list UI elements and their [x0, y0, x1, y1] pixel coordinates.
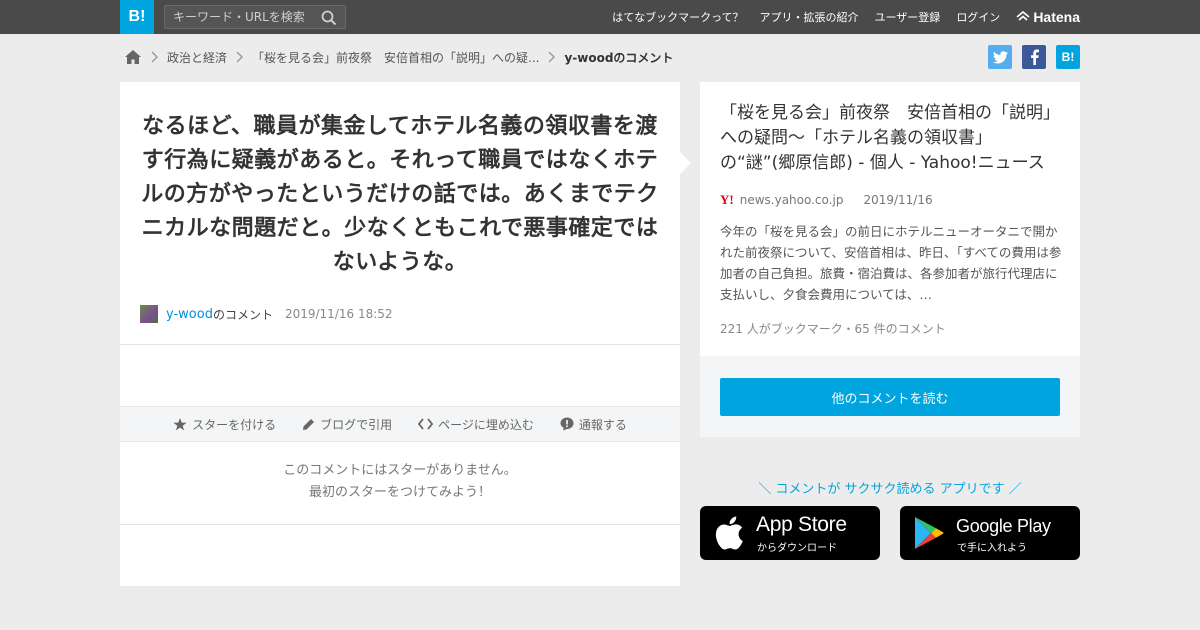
app-promo-text: ＼ コメントが サクサク読める アプリです ／: [758, 482, 1022, 497]
avatar[interactable]: [140, 305, 158, 323]
hatena-brand-link[interactable]: Hatena: [1016, 9, 1080, 25]
app-store-subtitle: からダウンロード: [757, 543, 837, 554]
entry-source: Y! news.yahoo.co.jp 2019/11/16: [720, 192, 933, 208]
report-label: 通報する: [578, 417, 627, 432]
entry-card: 「桜を見る会」前夜祭 安倍首相の「説明」への疑問～「ホテル名義の領収書」の“謎”…: [700, 82, 1080, 356]
google-play-subtitle: で手に入れよう: [957, 543, 1027, 554]
pencil-icon: [303, 418, 315, 430]
star-icon: [173, 417, 187, 430]
report-icon: [560, 417, 574, 431]
top-nav: はてなブックマークって？ アプリ・拡張の紹介 ユーザー登録 ログイン Haten…: [596, 0, 1080, 34]
app-store-badge[interactable]: App Store からダウンロード: [700, 506, 880, 560]
entry-summary: 今年の「桜を見る会」の前日にホテルニューオータニで開かれた前夜祭について、安倍首…: [720, 224, 1062, 302]
blog-quote-label: ブログで引用: [320, 417, 393, 432]
hatena-logo-icon: [1016, 11, 1030, 21]
yahoo-favicon-icon: Y!: [720, 192, 734, 207]
blog-quote-button[interactable]: ブログで引用: [302, 416, 392, 433]
comment-text: なるほど、職員が集金してホテル名義の領収書を渡す行為に疑義があると。それって職員…: [141, 114, 659, 275]
facebook-icon: [1030, 49, 1039, 65]
twitter-icon: [992, 50, 1008, 63]
share-buttons: B!: [978, 45, 1080, 69]
no-star-line-2: 最初のスターをつけてみよう！: [308, 485, 491, 500]
breadcrumb: 政治と経済 「桜を見る会」前夜祭 安倍首相の「説明」への疑... y-woodの…: [124, 46, 673, 68]
search-input[interactable]: [165, 6, 315, 28]
embed-button[interactable]: ページに埋め込む: [418, 416, 534, 433]
facebook-share-button[interactable]: [1022, 45, 1046, 69]
comment-actions-bar: スターを付ける ブログで引用 ページに埋め込む 通報する: [120, 406, 680, 442]
google-play-title: Google Play: [956, 516, 1051, 536]
google-play-icon: [914, 516, 944, 554]
breadcrumb-entry[interactable]: 「桜を見る会」前夜祭 安倍首相の「説明」への疑...: [252, 49, 539, 66]
breadcrumb-current: y-woodのコメント: [564, 50, 674, 65]
comment-user-link[interactable]: y-wood: [166, 307, 213, 322]
twitter-share-button[interactable]: [988, 45, 1012, 69]
entry-title-link[interactable]: 「桜を見る会」前夜祭 安倍首相の「説明」への疑問～「ホテル名義の領収書」の“謎”…: [720, 101, 1064, 176]
entry-domain[interactable]: news.yahoo.co.jp: [740, 193, 844, 207]
comment-card: なるほど、職員が集金してホテル名義の領収書を渡す行為に疑義があると。それって職員…: [120, 82, 680, 586]
chevron-right-icon: [548, 51, 556, 63]
google-play-badge[interactable]: Google Play で手に入れよう: [900, 506, 1080, 560]
nav-register[interactable]: ユーザー登録: [875, 9, 941, 25]
more-comments-area: 他のコメントを読む: [700, 356, 1080, 437]
comment-user-suffix: のコメント: [212, 307, 273, 322]
nav-login[interactable]: ログイン: [956, 9, 1000, 25]
no-star-line-1: このコメントにはスターがありません。: [283, 463, 517, 478]
divider: [120, 524, 680, 525]
nav-apps[interactable]: アプリ・拡張の紹介: [760, 9, 859, 25]
hatena-bookmark-share-button[interactable]: B!: [1056, 45, 1080, 69]
comment-meta: y-wood のコメント 2019/11/16 18:52: [140, 305, 393, 323]
chevron-right-icon: [236, 51, 244, 63]
home-icon[interactable]: [124, 49, 142, 65]
chevron-right-icon: [151, 51, 158, 63]
breadcrumb-category[interactable]: 政治と経済: [167, 49, 227, 66]
embed-label: ページに埋め込む: [438, 417, 534, 432]
search-icon[interactable]: [321, 10, 337, 30]
search-box[interactable]: [164, 5, 346, 29]
app-store-title: App Store: [756, 513, 847, 536]
hatena-bookmark-logo[interactable]: B!: [120, 0, 154, 34]
apple-icon: [714, 516, 744, 554]
no-star-message: このコメントにはスターがありません。 最初のスターをつけてみよう！: [120, 460, 680, 504]
hatena-brand-label: Hatena: [1033, 9, 1080, 25]
code-icon: [418, 418, 434, 430]
divider: [120, 344, 680, 345]
nav-about[interactable]: はてなブックマークって？: [612, 9, 743, 25]
report-button[interactable]: 通報する: [560, 416, 627, 433]
comment-date[interactable]: 2019/11/16 18:52: [285, 307, 393, 321]
card-pointer: [680, 152, 691, 174]
top-bar: B! はてなブックマークって？ アプリ・拡張の紹介 ユーザー登録 ログイン Ha…: [0, 0, 1200, 34]
read-more-comments-button[interactable]: 他のコメントを読む: [720, 378, 1060, 416]
add-star-label: スターを付ける: [192, 417, 277, 432]
entry-date: 2019/11/16: [863, 193, 933, 207]
entry-counts[interactable]: 221 人がブックマーク・65 件のコメント: [720, 320, 946, 337]
add-star-button[interactable]: スターを付ける: [173, 416, 276, 433]
